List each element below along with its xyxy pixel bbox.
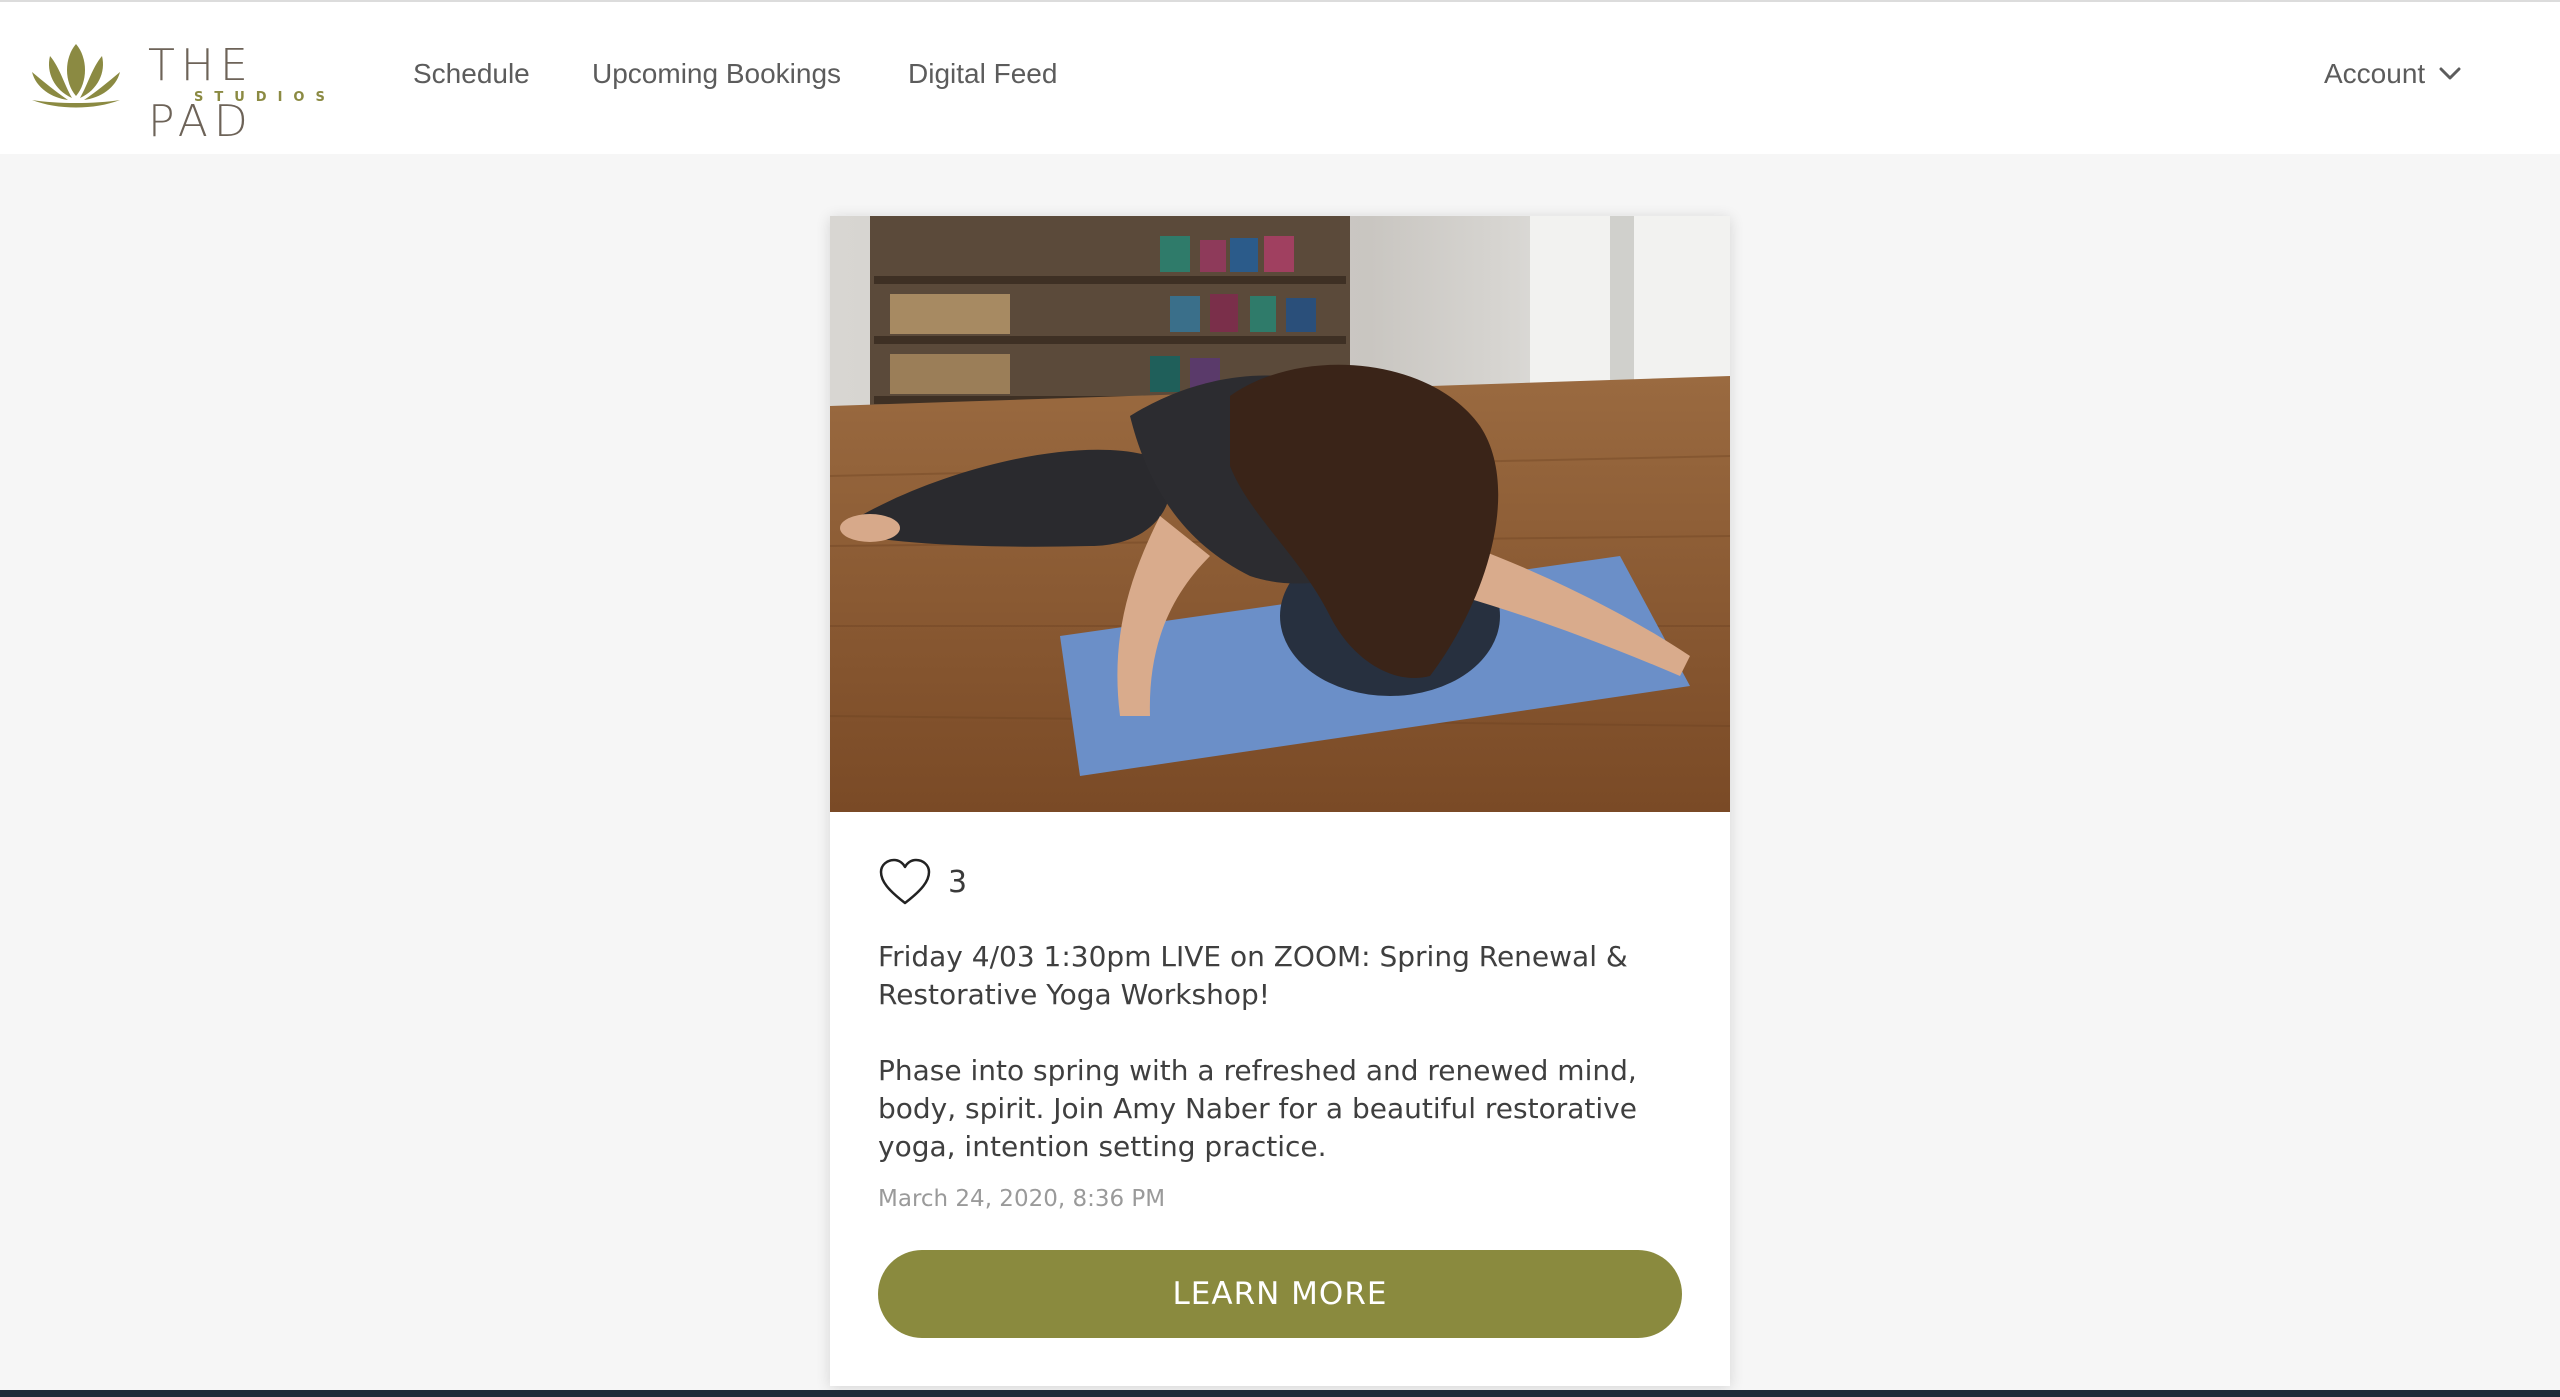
lotus-logo-icon bbox=[32, 44, 120, 108]
nav-upcoming-bookings[interactable]: Upcoming Bookings bbox=[592, 58, 841, 90]
nav-digital-feed[interactable]: Digital Feed bbox=[908, 58, 1057, 90]
post-image bbox=[830, 216, 1730, 812]
heart-icon[interactable] bbox=[878, 857, 932, 907]
learn-more-button[interactable]: LEARN MORE bbox=[878, 1250, 1682, 1338]
like-section: 3 bbox=[878, 856, 967, 908]
account-label: Account bbox=[2324, 58, 2426, 89]
account-menu[interactable]: Account bbox=[2324, 58, 2461, 90]
bottom-edge bbox=[0, 1390, 2560, 1397]
post-timestamp: March 24, 2020, 8:36 PM bbox=[878, 1186, 1166, 1212]
yoga-photo bbox=[830, 216, 1730, 812]
chevron-down-icon bbox=[2439, 67, 2461, 80]
nav-schedule[interactable]: Schedule bbox=[413, 58, 530, 90]
site-header: THE PAD STUDIOS Schedule Upcoming Bookin… bbox=[0, 2, 2560, 154]
brand-subtitle: STUDIOS bbox=[194, 90, 336, 105]
post-title: Friday 4/03 1:30pm LIVE on ZOOM: Spring … bbox=[878, 940, 1628, 1011]
post-description: Phase into spring with a refreshed and r… bbox=[878, 1054, 1637, 1163]
brand-logo[interactable]: THE PAD STUDIOS bbox=[28, 38, 358, 147]
like-count: 3 bbox=[948, 864, 968, 900]
